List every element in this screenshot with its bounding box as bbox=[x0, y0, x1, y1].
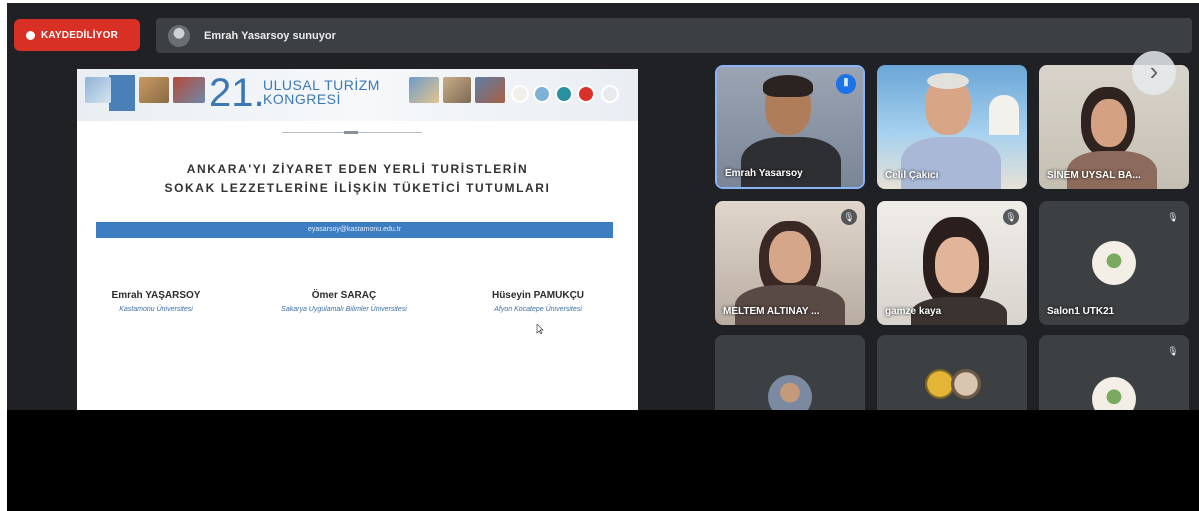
banner-photo-4 bbox=[409, 77, 439, 103]
banner-photo-1 bbox=[85, 77, 111, 103]
slide-title-line2: SOKAK LEZZETLERİNE İLİŞKİN TÜKETİCİ TUTU… bbox=[164, 181, 551, 195]
participant-tile[interactable]: 🎙 Salon1 UTK21 bbox=[1039, 201, 1189, 325]
author-affiliation: Sakarya Uygulamalı Bilimler Üniversitesi bbox=[281, 306, 407, 313]
participant-name: gamze kaya bbox=[885, 306, 942, 317]
participant-avatar bbox=[951, 369, 981, 399]
slide-title-line1: ANKARA'YI ZİYARET EDEN YERLİ TURİSTLERİN bbox=[186, 162, 529, 176]
author-name: Hüseyin PAMUKÇU bbox=[491, 290, 585, 301]
banner-title-line1: ULUSAL TURİZM bbox=[263, 77, 380, 93]
recording-indicator-button[interactable]: KAYDEDİLİYOR bbox=[14, 19, 140, 51]
participant-name: SİNEM UYSAL BA... bbox=[1047, 170, 1141, 181]
slide-title: ANKARA'YI ZİYARET EDEN YERLİ TURİSTLERİN… bbox=[77, 160, 638, 198]
participant-tile[interactable]: 🎙 MELTEM ALTINAY ... bbox=[715, 201, 865, 325]
mic-off-icon: 🎙 bbox=[841, 209, 857, 225]
sponsor-logo-2 bbox=[533, 85, 551, 103]
author-1: Emrah YAŞARSOY Kastamonu Üniversitesi bbox=[91, 290, 221, 313]
cursor-icon bbox=[536, 324, 544, 334]
presenter-text: Emrah Yasarsoy sunuyor bbox=[204, 29, 336, 42]
slide-divider bbox=[282, 131, 422, 134]
mic-off-icon: 🎙 bbox=[1003, 209, 1019, 225]
chevron-right-icon[interactable]: › bbox=[1132, 51, 1176, 95]
mic-off-icon: 🎙 bbox=[1167, 212, 1179, 222]
email-bar: eyasarsoy@kastamonu.edu.tr bbox=[96, 222, 613, 238]
participant-name: Celil Çakıcı bbox=[885, 170, 939, 181]
meeting-window: KAYDEDİLİYOR Emrah Yasarsoy sunuyor 21. … bbox=[7, 3, 1199, 511]
participant-name: Emrah Yasarsoy bbox=[725, 168, 803, 179]
author-affiliation: Kastamonu Üniversitesi bbox=[119, 306, 193, 313]
sponsor-logo-5 bbox=[601, 85, 619, 103]
author-3: Hüseyin PAMUKÇU Afyon Kocatepe Üniversit… bbox=[463, 290, 613, 313]
banner-photo-6 bbox=[475, 77, 505, 103]
letterbox-bottom bbox=[7, 410, 1199, 511]
shared-presentation: 21. ULUSAL TURİZM KONGRESİ ANKARA'YI ZİY… bbox=[77, 69, 638, 411]
presenter-bar[interactable]: Emrah Yasarsoy sunuyor bbox=[156, 18, 1192, 53]
participant-tile[interactable]: ⦀ Emrah Yasarsoy bbox=[715, 65, 865, 189]
sponsor-logo-1 bbox=[511, 85, 529, 103]
participant-name: MELTEM ALTINAY ... bbox=[723, 306, 820, 317]
slide-banner: 21. ULUSAL TURİZM KONGRESİ bbox=[77, 69, 638, 121]
participant-tile[interactable]: Celil Çakıcı bbox=[877, 65, 1027, 189]
banner-photo-5 bbox=[443, 77, 471, 103]
banner-title: ULUSAL TURİZM KONGRESİ bbox=[263, 78, 380, 106]
mic-off-icon: 🎙 bbox=[1167, 346, 1179, 356]
recording-label: KAYDEDİLİYOR bbox=[41, 29, 119, 41]
sponsor-logo-4 bbox=[577, 85, 595, 103]
participant-avatar bbox=[1092, 241, 1136, 285]
banner-title-line2: KONGRESİ bbox=[263, 91, 341, 107]
author-2: Ömer SARAÇ Sakarya Uygulamalı Bilimler Ü… bbox=[249, 290, 439, 313]
participant-tile[interactable]: 🎙 gamze kaya bbox=[877, 201, 1027, 325]
author-affiliation: Afyon Kocatepe Üniversitesi bbox=[494, 306, 582, 313]
author-name: Emrah YAŞARSOY bbox=[111, 290, 201, 301]
banner-photo-2 bbox=[139, 77, 169, 103]
presenter-avatar bbox=[168, 24, 190, 47]
record-dot-icon bbox=[26, 30, 35, 40]
banner-date-badge bbox=[109, 75, 135, 111]
participant-name: Salon1 UTK21 bbox=[1047, 306, 1115, 317]
banner-edition: 21. bbox=[209, 71, 265, 115]
author-name: Ömer SARAÇ bbox=[311, 290, 377, 301]
banner-photo-3 bbox=[173, 77, 205, 103]
sponsor-logo-3 bbox=[555, 85, 573, 103]
audio-wave-icon: ⦀ bbox=[836, 74, 856, 94]
